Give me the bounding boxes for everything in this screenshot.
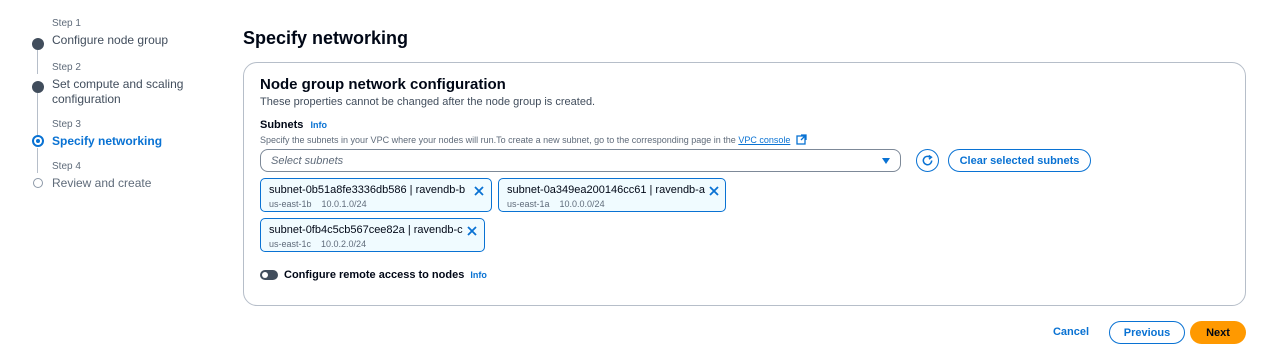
step-pending-icon xyxy=(33,178,43,188)
step-4: Step 4 Review and create xyxy=(32,161,232,191)
subnets-select-placeholder: Select subnets xyxy=(271,155,344,167)
remove-subnet-icon[interactable] xyxy=(466,225,478,237)
panel-description: These properties cannot be changed after… xyxy=(260,96,596,108)
subnet-cidr: 10.0.1.0/24 xyxy=(321,199,367,209)
previous-button[interactable]: Previous xyxy=(1109,321,1185,344)
step-current-icon xyxy=(32,135,44,147)
step-completed-icon xyxy=(32,81,44,93)
subnet-token-name: subnet-0a349ea200146cc61 | ravendb-a xyxy=(507,184,705,196)
subnets-info-link[interactable]: Info xyxy=(310,120,327,130)
panel-title: Node group network configuration xyxy=(260,76,506,93)
remote-access-row: Configure remote access to nodes Info xyxy=(260,269,487,281)
vpc-console-link[interactable]: VPC console xyxy=(738,135,790,145)
step-2[interactable]: Step 2 Set compute and scaling configura… xyxy=(32,62,232,135)
subnets-label: Subnets Info xyxy=(260,119,327,131)
step-number: Step 4 xyxy=(52,161,81,172)
subnet-token: subnet-0b51a8fe3336db586 | ravendb-b us-… xyxy=(260,178,492,212)
step-number: Step 1 xyxy=(52,18,81,29)
remove-subnet-icon[interactable] xyxy=(708,185,720,197)
step-completed-icon xyxy=(32,38,44,50)
subnet-token: subnet-0fb4c5cb567cee82a | ravendb-c us-… xyxy=(260,218,485,252)
subnets-description-text: Specify the subnets in your VPC where yo… xyxy=(260,135,736,145)
step-title[interactable]: Configure node group xyxy=(52,33,232,48)
refresh-subnets-button[interactable] xyxy=(916,149,939,172)
caret-down-icon xyxy=(882,158,890,164)
subnet-az: us-east-1b xyxy=(269,199,312,209)
remote-access-toggle[interactable] xyxy=(260,270,278,280)
page-title: Specify networking xyxy=(243,28,409,48)
subnet-cidr: 10.0.2.0/24 xyxy=(321,239,367,249)
step-1[interactable]: Step 1 Configure node group xyxy=(32,18,232,74)
subnet-cidr: 10.0.0.0/24 xyxy=(559,199,605,209)
next-button[interactable]: Next xyxy=(1190,321,1246,344)
step-3[interactable]: Step 3 Specify networking xyxy=(32,119,232,173)
remote-access-info-link[interactable]: Info xyxy=(470,270,487,280)
subnet-token-meta: us-east-1b 10.0.1.0/24 xyxy=(269,199,367,209)
cancel-button[interactable]: Cancel xyxy=(1046,321,1096,343)
clear-selected-subnets-button[interactable]: Clear selected subnets xyxy=(948,149,1091,172)
step-number: Step 2 xyxy=(52,62,81,73)
step-title: Review and create xyxy=(52,176,152,190)
step-title[interactable]: Set compute and scaling configuration xyxy=(52,77,192,107)
subnets-description: Specify the subnets in your VPC where yo… xyxy=(260,134,807,145)
subnet-az: us-east-1a xyxy=(507,199,550,209)
subnets-select[interactable]: Select subnets xyxy=(260,149,901,172)
subnet-token-meta: us-east-1c 10.0.2.0/24 xyxy=(269,239,366,249)
subnet-token-meta: us-east-1a 10.0.0.0/24 xyxy=(507,199,605,209)
subnets-label-text: Subnets xyxy=(260,119,304,131)
step-title: Specify networking xyxy=(52,134,163,148)
step-number: Step 3 xyxy=(52,119,81,130)
subnet-token: subnet-0a349ea200146cc61 | ravendb-a us-… xyxy=(498,178,726,212)
subnet-az: us-east-1c xyxy=(269,239,312,249)
subnet-token-name: subnet-0fb4c5cb567cee82a | ravendb-c xyxy=(269,224,463,236)
subnet-token-name: subnet-0b51a8fe3336db586 | ravendb-b xyxy=(269,184,466,196)
remote-access-label: Configure remote access to nodes xyxy=(284,269,465,281)
network-config-panel: Node group network configuration These p… xyxy=(243,62,1246,306)
remove-subnet-icon[interactable] xyxy=(473,185,485,197)
external-link-icon[interactable] xyxy=(796,134,807,145)
refresh-icon xyxy=(922,154,933,166)
